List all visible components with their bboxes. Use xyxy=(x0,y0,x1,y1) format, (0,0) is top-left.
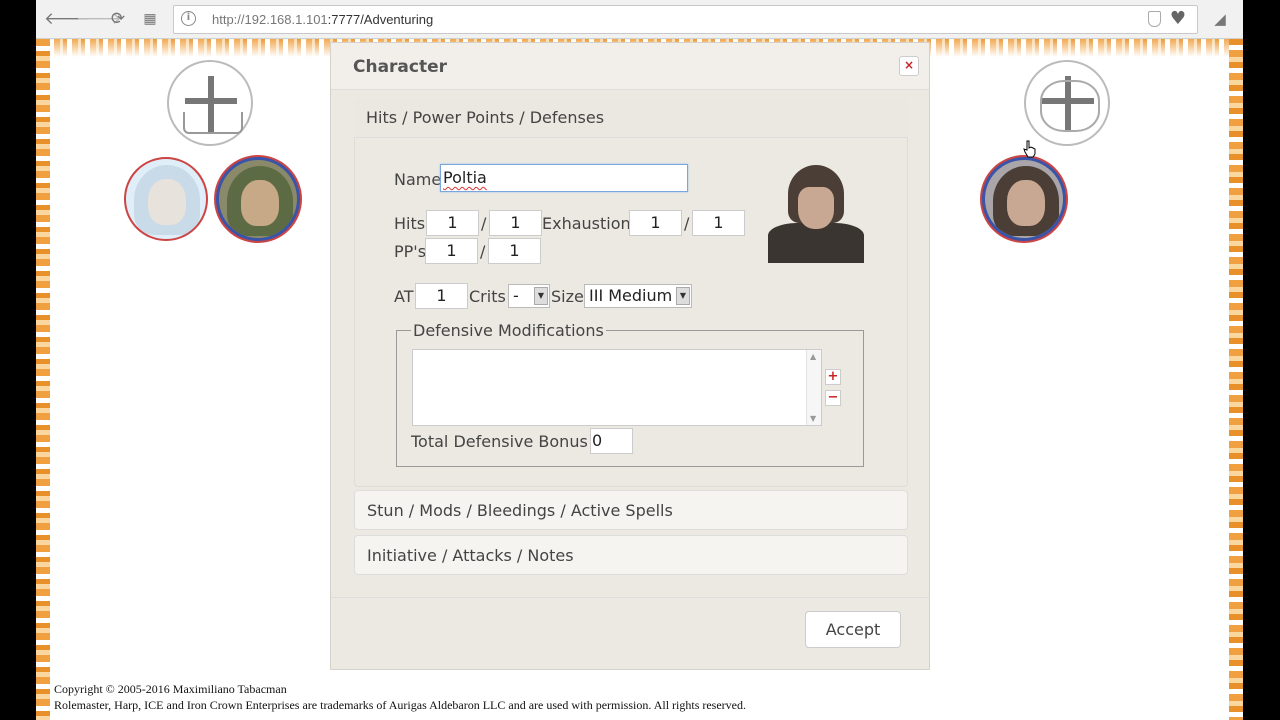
helmeted-woman-portrait[interactable] xyxy=(982,157,1066,241)
scroll-down-icon[interactable]: ▼ xyxy=(810,414,816,423)
name-label: Name xyxy=(394,170,442,189)
close-button[interactable]: × xyxy=(899,56,919,76)
copyright-line: Copyright © 2005-2016 Maximiliano Tabacm… xyxy=(54,682,287,696)
size-label: Size xyxy=(551,287,584,306)
forward-arrow-icon[interactable]: 🡒 xyxy=(76,9,122,29)
name-input[interactable]: Poltia xyxy=(440,164,688,192)
name-value: Poltia xyxy=(443,168,487,187)
section-hits-header[interactable]: Hits / Power Points / Defenses xyxy=(354,98,908,138)
pp-max-input[interactable]: 1 xyxy=(488,238,541,264)
trademark-line: Rolemaster, Harp, ICE and Iron Crown Ent… xyxy=(54,698,747,712)
url-text: http://192.168.1.101:7777/Adventuring xyxy=(212,12,433,27)
scroll-up-icon[interactable]: ▲ xyxy=(810,352,816,361)
crits-label: Crits xyxy=(469,287,506,306)
flame-border-right xyxy=(1229,39,1243,720)
back-arrow-icon[interactable]: 🡐 xyxy=(44,9,90,29)
exhaustion-slash: / xyxy=(684,214,690,233)
crown-cross-emblem-icon[interactable] xyxy=(167,60,253,146)
crits-select[interactable]: - ▼ xyxy=(508,284,550,308)
dragon-cross-emblem-icon[interactable] xyxy=(1024,60,1110,146)
hand-cursor-icon xyxy=(1023,140,1036,158)
remove-modification-button[interactable]: − xyxy=(825,390,841,406)
list-scrollbar[interactable]: ▲ ▼ xyxy=(806,350,821,425)
shield-icon[interactable] xyxy=(1148,11,1161,27)
hits-max-input[interactable]: 1 xyxy=(489,210,542,236)
size-value: III Medium xyxy=(589,286,673,305)
hits-slash: / xyxy=(481,214,487,233)
apps-grid-icon[interactable]: ▦ xyxy=(140,9,160,29)
exhaustion-label: Exhaustion xyxy=(542,214,631,233)
heart-icon[interactable]: ♥ xyxy=(1168,9,1188,29)
copyright-footer: Copyright © 2005-2016 Maximiliano Tabacm… xyxy=(54,681,746,713)
accept-button[interactable]: Accept xyxy=(805,611,901,648)
address-bar[interactable]: i http://192.168.1.101:7777/Adventuring xyxy=(173,5,1198,34)
section-initiative-header[interactable]: Initiative / Attacks / Notes xyxy=(354,535,908,575)
section-hits-label: Hits / Power Points / Defenses xyxy=(366,108,605,127)
flame-border-left xyxy=(36,39,50,720)
section-stun-header[interactable]: Stun / Mods / Bleedings / Active Spells xyxy=(354,490,908,530)
dialog-footer-divider xyxy=(331,597,929,598)
reload-icon[interactable]: ⟳ xyxy=(108,9,128,29)
hits-label: Hits xyxy=(394,214,426,233)
browser-toolbar: 🡐 🡒 ⟳ ▦ i http://192.168.1.101:7777/Adve… xyxy=(36,0,1243,39)
add-modification-button[interactable]: + xyxy=(825,369,841,385)
hooded-figure-portrait[interactable] xyxy=(124,157,208,241)
pp-current-input[interactable]: 1 xyxy=(425,238,478,264)
site-info-icon[interactable]: i xyxy=(181,11,196,26)
exhaustion-max-input[interactable]: 1 xyxy=(692,210,745,236)
dialog-title: Character xyxy=(353,57,448,77)
url-host: http://192.168.1.101 xyxy=(212,12,328,27)
total-defensive-bonus-input[interactable]: 0 xyxy=(590,428,633,454)
hits-current-input[interactable]: 1 xyxy=(426,210,479,236)
defensive-modifications-legend: Defensive Modifications xyxy=(411,321,606,340)
dialog-header: Character × xyxy=(331,43,929,90)
exhaustion-current-input[interactable]: 1 xyxy=(629,210,682,236)
at-label: AT xyxy=(394,287,414,306)
rss-icon[interactable]: ◢ xyxy=(1210,9,1230,29)
pp-slash: / xyxy=(480,242,486,261)
bearded-warrior-portrait[interactable] xyxy=(216,157,300,241)
total-defensive-bonus-label: Total Defensive Bonus xyxy=(411,432,588,451)
pp-label: PP's xyxy=(394,242,427,261)
at-input[interactable]: 1 xyxy=(415,283,468,309)
chevron-down-icon: ▼ xyxy=(676,287,690,305)
url-path: :7777/Adventuring xyxy=(327,12,434,27)
character-dialog: Character × Hits / Power Points / Defens… xyxy=(330,42,930,670)
chevron-down-icon: ▼ xyxy=(534,287,548,305)
crits-value: - xyxy=(513,286,519,305)
size-select[interactable]: III Medium ▼ xyxy=(584,284,692,308)
defensive-modifications-list[interactable]: ▲ ▼ xyxy=(412,349,822,426)
character-portrait xyxy=(764,161,868,263)
